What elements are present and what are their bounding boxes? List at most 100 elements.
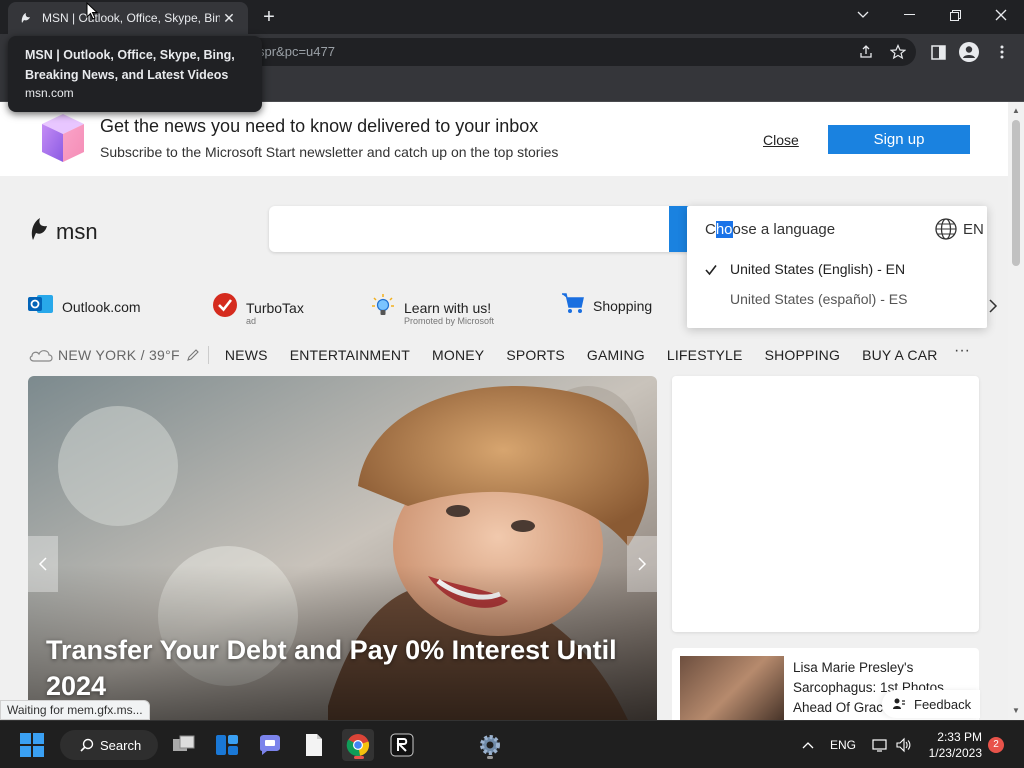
share-icon[interactable] — [856, 42, 876, 62]
quicklink-label: Outlook.com — [62, 298, 141, 315]
feedback-icon — [892, 697, 906, 711]
windows-taskbar: Search ENG 2:33 PM 1/23/2023 2 — [0, 720, 1024, 768]
msn-favicon-icon — [18, 10, 34, 26]
language-selector[interactable]: EN — [935, 218, 984, 240]
language-code: EN — [963, 220, 984, 238]
file-explorer-icon[interactable] — [298, 729, 330, 761]
side-panel-icon[interactable] — [928, 42, 948, 62]
nav-item-buy-a-car[interactable]: BUY A CAR — [862, 347, 937, 363]
cloud-icon — [28, 347, 54, 363]
quicklink-label: Learn with us! — [404, 299, 492, 316]
clock-date: 1/23/2023 — [928, 746, 982, 760]
quicklinks-next-chevron-icon[interactable] — [988, 298, 998, 319]
windows-start-icon[interactable] — [16, 729, 48, 761]
tab-close-icon[interactable]: ✕ — [220, 10, 238, 27]
lightbulb-icon — [370, 292, 396, 323]
notification-badge[interactable]: 2 — [988, 737, 1004, 753]
carousel-prev-button[interactable] — [28, 536, 58, 592]
input-language-indicator[interactable]: ENG — [830, 721, 856, 768]
choose-language-label: Choose a language — [705, 221, 836, 238]
nav-more-button[interactable]: ··· — [954, 342, 970, 360]
network-icon[interactable] — [872, 721, 888, 768]
active-app-indicator — [354, 756, 364, 759]
nav-item-news[interactable]: NEWS — [225, 347, 268, 363]
microsoft-start-logo-icon — [40, 112, 86, 169]
show-hidden-icons-chevron-icon[interactable] — [802, 721, 814, 768]
r-app-icon[interactable] — [386, 729, 418, 761]
language-option-english[interactable]: United States (English) - EN — [730, 261, 905, 277]
new-tab-button[interactable]: + — [258, 6, 280, 28]
taskbar-search-label: Search — [100, 737, 142, 753]
msn-logo[interactable]: msn — [28, 216, 98, 247]
checkmark-icon — [705, 263, 717, 281]
weather-widget[interactable]: NEW YORK / 39°F — [28, 346, 209, 364]
taskbar-search-button[interactable]: Search — [60, 730, 158, 760]
tooltip-url: msn.com — [25, 86, 74, 100]
language-popup: Choose a language EN United States (Engl… — [687, 206, 987, 328]
scroll-down-arrow-icon[interactable]: ▼ — [1012, 706, 1020, 715]
nav-item-entertainment[interactable]: ENTERTAINMENT — [290, 347, 410, 363]
tab-search-chevron-icon[interactable] — [840, 0, 886, 30]
quicklink-turbotax[interactable]: TurboTax ad — [212, 292, 304, 326]
quicklink-label: Shopping — [593, 297, 653, 314]
chrome-taskbar-icon[interactable] — [342, 729, 374, 761]
chevron-right-icon — [638, 557, 647, 571]
search-input[interactable] — [269, 206, 689, 252]
quicklink-shopping[interactable]: Shopping — [561, 292, 652, 319]
feedback-label: Feedback — [914, 696, 972, 712]
nav-item-money[interactable]: MONEY — [432, 347, 484, 363]
mouse-pointer-icon — [86, 1, 99, 25]
msn-page: Get the news you need to know delivered … — [0, 102, 1008, 720]
nav-item-gaming[interactable]: GAMING — [587, 347, 645, 363]
ad-placeholder — [672, 376, 979, 632]
address-url: spr&pc=u477 — [258, 44, 335, 59]
minimize-button[interactable] — [886, 0, 932, 30]
msn-butterfly-icon — [28, 216, 50, 247]
chrome-menu-icon[interactable] — [992, 42, 1012, 62]
page-scrollbar[interactable]: ▲ ▼ — [1008, 102, 1024, 720]
browser-tab-msn[interactable]: MSN | Outlook, Office, Skype, Bin ✕ — [8, 2, 248, 34]
newsletter-banner: Get the news you need to know delivered … — [0, 102, 1008, 176]
bookmark-star-icon[interactable] — [888, 42, 908, 62]
quicklink-learn[interactable]: Learn with us! Promoted by Microsoft — [370, 292, 495, 326]
hero-carousel[interactable]: Transfer Your Debt and Pay 0% Interest U… — [28, 376, 657, 720]
volume-icon[interactable] — [895, 721, 911, 768]
search-button[interactable] — [669, 206, 689, 252]
pencil-edit-icon[interactable] — [186, 348, 200, 362]
banner-title: Get the news you need to know delivered … — [100, 116, 539, 136]
nav-item-lifestyle[interactable]: LIFESTYLE — [667, 347, 743, 363]
language-option-spanish[interactable]: United States (español) - ES — [730, 291, 907, 307]
browser-status-bar: Waiting for mem.gfx.ms... — [0, 700, 150, 720]
profile-icon[interactable] — [959, 42, 979, 62]
signup-button[interactable]: Sign up — [828, 125, 970, 154]
tab-strip: MSN | Outlook, Office, Skype, Bin ✕ + — [0, 0, 1024, 34]
feedback-button[interactable]: Feedback — [882, 690, 980, 718]
search-icon — [80, 738, 94, 752]
restore-button[interactable] — [932, 0, 978, 30]
scroll-thumb[interactable] — [1012, 120, 1020, 266]
nav-item-shopping[interactable]: SHOPPING — [765, 347, 841, 363]
nav-item-sports[interactable]: SPORTS — [506, 347, 565, 363]
settings-gear-icon[interactable] — [474, 729, 506, 761]
outlook-icon — [28, 292, 54, 321]
scroll-up-arrow-icon[interactable]: ▲ — [1012, 106, 1020, 115]
msn-logo-text: msn — [56, 218, 98, 244]
story-thumbnail — [680, 656, 784, 720]
clock-time: 2:33 PM — [937, 730, 982, 744]
category-nav: NEW YORK / 39°F NEWS ENTERTAINMENT MONEY… — [28, 340, 980, 370]
teams-chat-icon[interactable] — [254, 729, 286, 761]
close-window-button[interactable] — [978, 0, 1024, 30]
tab-hover-tooltip: MSN | Outlook, Office, Skype, Bing, Brea… — [8, 36, 262, 112]
widgets-icon[interactable] — [211, 729, 243, 761]
chevron-left-icon — [38, 557, 47, 571]
task-view-icon[interactable] — [168, 729, 200, 761]
running-app-indicator — [487, 756, 493, 759]
hero-headline[interactable]: Transfer Your Debt and Pay 0% Interest U… — [46, 632, 646, 704]
banner-subtitle: Subscribe to the Microsoft Start newslet… — [100, 144, 559, 160]
quicklink-sublabel: Promoted by Microsoft — [404, 316, 495, 326]
carousel-next-button[interactable] — [627, 536, 657, 592]
taskbar-clock[interactable]: 2:33 PM 1/23/2023 — [922, 729, 982, 761]
banner-close-link[interactable]: Close — [763, 132, 799, 148]
quicklink-outlook[interactable]: Outlook.com — [28, 292, 141, 321]
weather-text: NEW YORK / 39°F — [58, 347, 180, 363]
